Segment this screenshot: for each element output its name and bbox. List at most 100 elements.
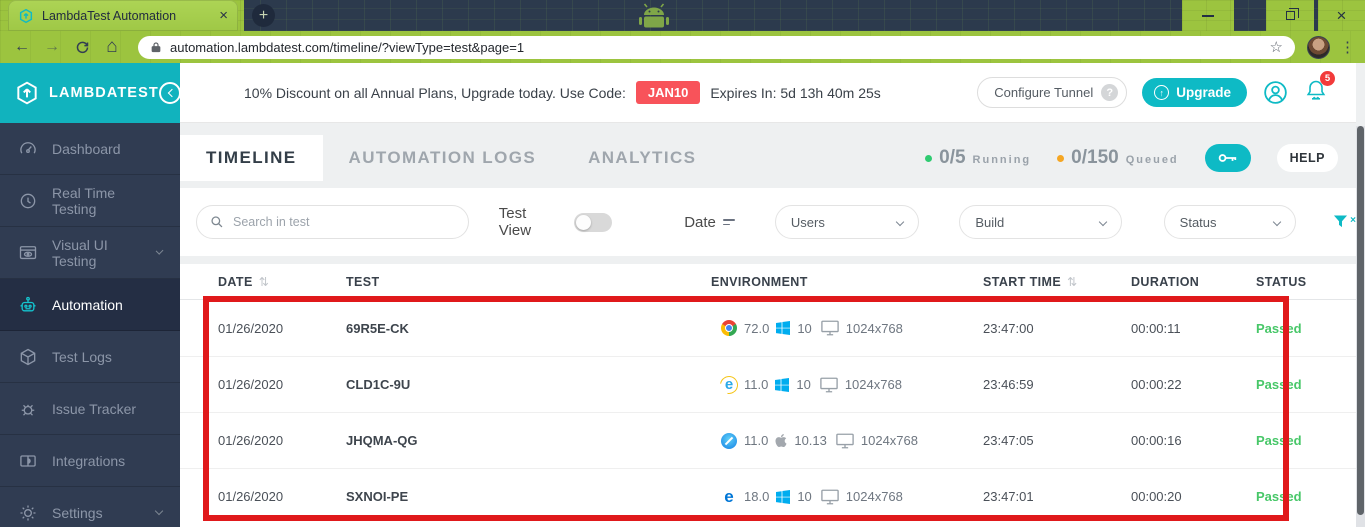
running-value: 0/5 [939, 147, 966, 168]
brand-name: LAMBDATEST [49, 85, 159, 101]
sidebar-item-automation[interactable]: Automation [0, 279, 180, 331]
sidebar-item-visual-ui-testing[interactable]: Visual UI Testing [0, 227, 180, 279]
toggle-knob [576, 214, 592, 230]
row-status: Passed [1256, 320, 1302, 336]
sort-icon[interactable]: ⇅ [259, 275, 269, 289]
sidebar-item-issue-tracker[interactable]: Issue Tracker [0, 383, 180, 435]
tab-analytics[interactable]: ANALYTICS [562, 135, 722, 181]
table-row[interactable]: 01/26/2020 SXNOI-PE e e 18.0 10 1024x768… [180, 468, 1356, 524]
issue-tracker-icon [21, 404, 35, 416]
table-row[interactable]: 01/26/2020 69R5E-CK e e 72.0 10 1024x768… [180, 300, 1356, 356]
content: TIMELINE AUTOMATION LOGS ANALYTICS 0/5 R… [180, 123, 1356, 527]
col-duration: DURATION [1131, 274, 1200, 289]
home-button[interactable]: ⌂ [100, 35, 124, 59]
upgrade-button[interactable]: ↑ Upgrade [1142, 78, 1247, 107]
header-actions: Configure Tunnel ? ↑ Upgrade 5 [977, 71, 1335, 108]
row-test[interactable]: CLD1C-9U [346, 377, 711, 392]
sidebar: LAMBDATEST Dashboard Real Time Testing V… [0, 63, 180, 527]
row-test[interactable]: SXNOI-PE [346, 489, 711, 504]
build-dropdown-label: Build [975, 214, 1005, 230]
col-start-time[interactable]: START TIME ⇅ [961, 275, 1131, 289]
sidebar-collapse-button[interactable] [159, 82, 180, 104]
bookmark-star-icon[interactable]: ☆ [1270, 38, 1283, 56]
test-view-toggle[interactable] [574, 212, 613, 232]
row-status: Passed [1256, 489, 1302, 504]
new-tab-button[interactable]: + [252, 4, 275, 27]
browser-version: 72.0 [744, 320, 770, 336]
search-icon [211, 216, 223, 228]
table-row[interactable]: 01/26/2020 CLD1C-9U e e 11.0 10 1024x768… [180, 356, 1356, 412]
os-version: 10.13 [794, 433, 827, 448]
reload-button[interactable] [70, 35, 94, 59]
back-button[interactable]: ← [10, 35, 34, 59]
screen-resolution: 1024x768 [860, 433, 919, 448]
url-bar[interactable]: automation.lambdatest.com/timeline/?view… [138, 35, 1295, 59]
chevron-down-icon [155, 246, 164, 256]
col-test: TEST [346, 274, 380, 289]
sidebar-item-real-time-testing[interactable]: Real Time Testing [0, 175, 180, 227]
automation-icon [20, 296, 36, 311]
run-counters: 0/5 Running 0/150 Queued HELP [925, 135, 1356, 181]
tab-timeline[interactable]: TIMELINE [180, 135, 323, 181]
windows-icon [776, 489, 791, 504]
row-test[interactable]: 69R5E-CK [346, 321, 711, 336]
sort-icon[interactable]: ⇅ [1067, 275, 1077, 289]
status-dropdown[interactable]: Status [1163, 205, 1297, 239]
browser-tab[interactable]: LambdaTest Automation × [8, 0, 238, 31]
sidebar-item-label: Visual UI Testing [52, 236, 108, 269]
search-input[interactable] [233, 215, 455, 229]
sidebar-item-test-logs[interactable]: Test Logs [0, 331, 180, 383]
internet-explorer-icon: e [721, 376, 737, 393]
access-key-button[interactable] [1204, 144, 1251, 172]
col-date[interactable]: DATE ⇅ [218, 275, 346, 289]
scrollbar-thumb[interactable] [1357, 126, 1364, 515]
lambdatest-logo-icon [17, 81, 37, 105]
sidebar-item-integrations[interactable]: Integrations [0, 435, 180, 487]
upgrade-arrow-icon: ↑ [1154, 85, 1170, 100]
row-test[interactable]: JHQMA-QG [346, 433, 711, 448]
window-minimize-button[interactable] [1182, 0, 1234, 31]
realtime-icon [20, 193, 36, 208]
sidebar-item-label: Real Time Testing [52, 184, 116, 217]
chevron-down-icon [1272, 217, 1282, 227]
browser-menu-icon[interactable]: ⋮ [1340, 38, 1355, 56]
window-close-button[interactable]: × [1318, 0, 1365, 31]
configure-tunnel-button[interactable]: Configure Tunnel ? [977, 77, 1128, 108]
status-dropdown-label: Status [1179, 214, 1217, 230]
row-environment: e e 72.0 10 1024x768 [711, 320, 961, 336]
row-duration: 00:00:20 [1131, 489, 1182, 504]
sidebar-item-settings[interactable]: Settings [0, 487, 180, 527]
build-dropdown[interactable]: Build [959, 205, 1122, 239]
user-profile-icon[interactable] [1262, 79, 1289, 106]
table-row[interactable]: 01/26/2020 JHQMA-QG e e 11.0 10.13 1024x… [180, 412, 1356, 468]
row-start-time: 23:47:05 [983, 433, 1034, 448]
tab-automation-logs[interactable]: AUTOMATION LOGS [323, 135, 563, 181]
visual-ui-icon [19, 245, 37, 259]
help-question-icon[interactable]: ? [1101, 84, 1119, 101]
reload-icon [76, 41, 88, 53]
tab-close-icon[interactable]: × [219, 8, 228, 23]
sidebar-item-dashboard[interactable]: Dashboard [0, 123, 180, 175]
test-table: DATE ⇅ TEST ENVIRONMENT START TIME ⇅ DURAT… [180, 264, 1356, 527]
search-box[interactable] [196, 205, 469, 239]
notifications-button[interactable]: 5 [1304, 71, 1335, 108]
browser-profile-avatar[interactable] [1307, 35, 1330, 59]
users-dropdown[interactable]: Users [774, 205, 920, 239]
row-date: 01/26/2020 [218, 377, 284, 392]
promo-code-badge: JAN10 [635, 81, 701, 104]
row-date: 01/26/2020 [218, 320, 284, 336]
queued-dot-icon [1057, 154, 1065, 162]
page-scrollbar[interactable] [1356, 126, 1365, 527]
sidebar-item-label: Issue Tracker [52, 400, 137, 417]
users-dropdown-label: Users [790, 214, 825, 230]
window-restore-button[interactable] [1266, 0, 1314, 31]
monitor-icon [836, 433, 854, 449]
windows-icon [775, 377, 790, 392]
apple-icon [775, 433, 787, 448]
sidebar-item-label: Settings [52, 504, 103, 521]
help-button[interactable]: HELP [1276, 144, 1338, 172]
table-header: DATE ⇅ TEST ENVIRONMENT START TIME ⇅ DURAT… [180, 264, 1356, 300]
forward-button[interactable]: → [40, 35, 64, 59]
clear-filters-button[interactable]: × [1333, 215, 1356, 229]
date-filter[interactable]: Date [684, 214, 735, 231]
